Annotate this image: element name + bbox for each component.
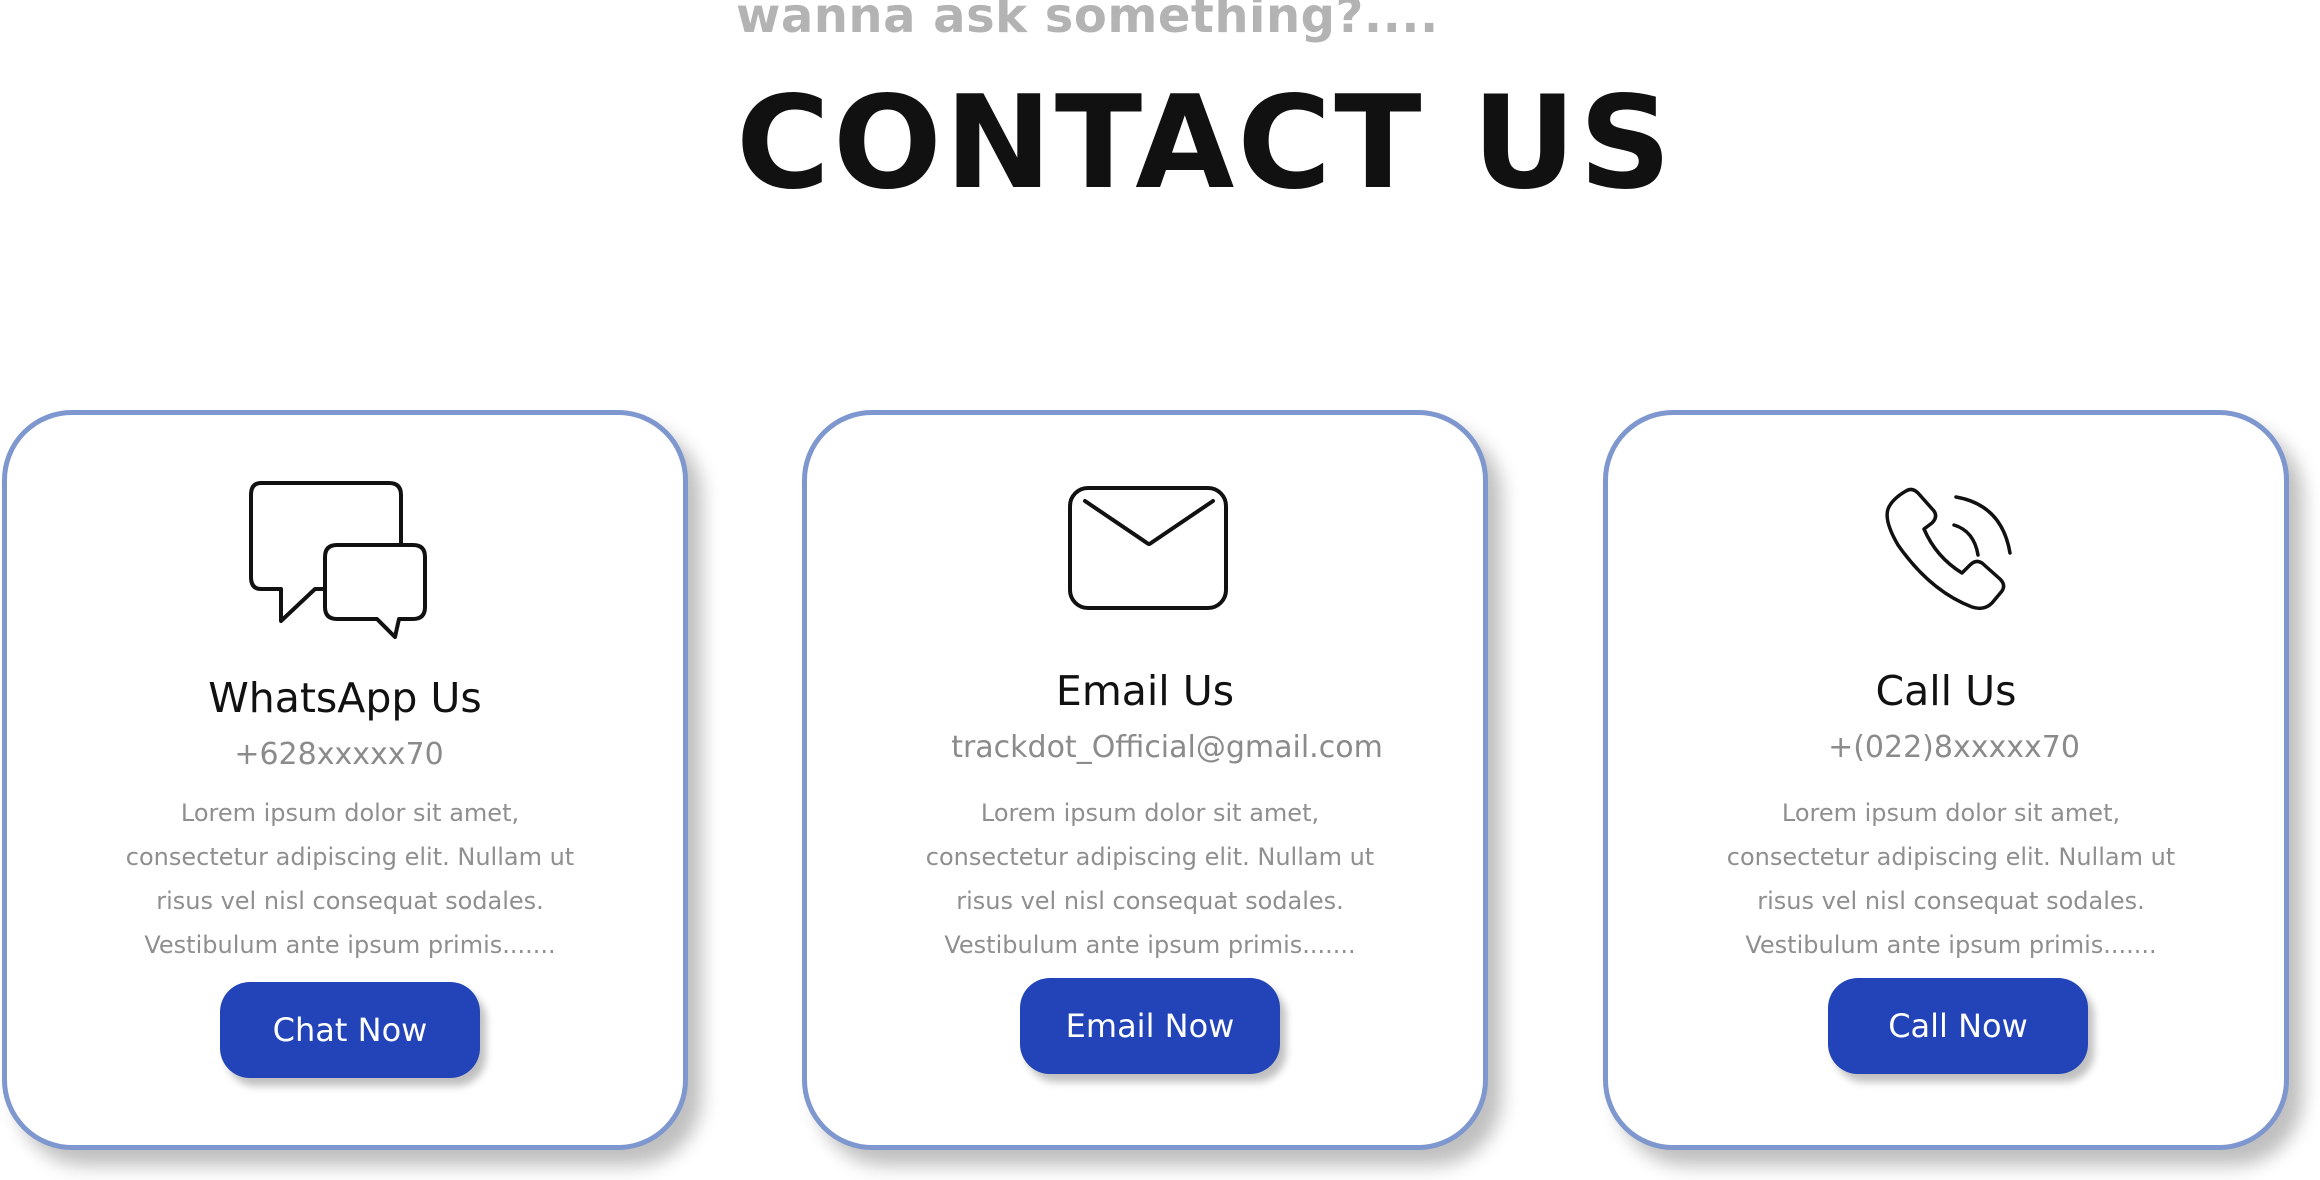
phone-icon [1876, 481, 2016, 621]
email-now-button[interactable]: Email Now [1020, 978, 1280, 1074]
call-card: Call Us +(022)8xxxxx70 Lorem ipsum dolor… [1603, 410, 2289, 1150]
card-description: Lorem ipsum dolor sit amet, consectetur … [925, 799, 1375, 959]
envelope-icon [1067, 485, 1231, 615]
page-title: CONTACT US [736, 69, 1675, 218]
chat-bubbles-icon [249, 479, 429, 649]
email-address[interactable]: trackdot_Official@gmail.com [829, 733, 1505, 763]
chat-now-button[interactable]: Chat Now [220, 982, 480, 1078]
whatsapp-card: WhatsApp Us +628xxxxx70 Lorem ipsum dolo… [2, 410, 688, 1150]
card-title: WhatsApp Us [208, 674, 482, 722]
phone-number: +(022)8xxxxx70 [1828, 730, 2080, 765]
tagline: wanna ask something?.... [736, 0, 1439, 44]
card-description: Lorem ipsum dolor sit amet, consectetur … [1726, 799, 2176, 959]
call-now-button[interactable]: Call Now [1828, 978, 2088, 1074]
card-description: Lorem ipsum dolor sit amet, consectetur … [125, 799, 575, 959]
card-title: Call Us [1875, 667, 2017, 715]
card-title: Email Us [1055, 667, 1235, 715]
email-card: Email Us trackdot_Official@gmail.com Lor… [802, 410, 1488, 1150]
phone-number: +628xxxxx70 [234, 737, 444, 772]
